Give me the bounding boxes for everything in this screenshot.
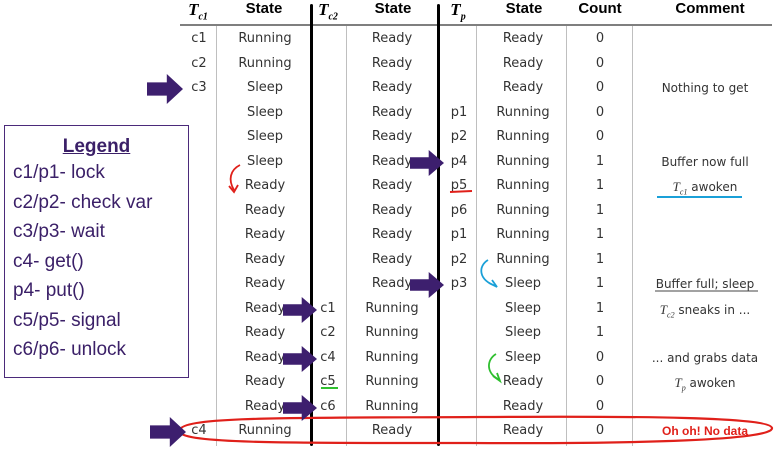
purple-pointer-arrow-icon [283,345,317,372]
purple-pointer-arrow-icon [410,272,444,298]
purple-pointer-arrow-icon [410,149,444,176]
purple-pointer-arrow-icon [283,296,317,323]
purple-pointer-arrow-icon [150,417,186,447]
purple-pointer-arrow-icon [283,394,317,421]
red-highlight-oval [178,415,774,445]
green-arrowhead [492,372,502,384]
purple-pointer-arrow-icon [147,74,183,104]
red-curved-arrow [229,164,241,191]
cyan-arrowhead [488,279,498,288]
red-underline [449,190,473,193]
annotation-overlay [178,164,774,445]
